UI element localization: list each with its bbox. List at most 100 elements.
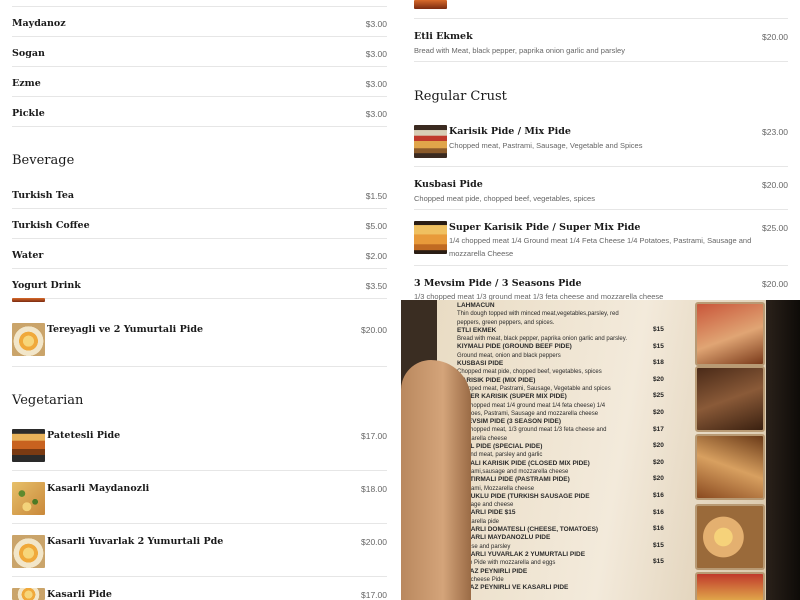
- printed-menu-line: Thin dough topped with minced meat,veget…: [457, 311, 619, 318]
- printed-menu-price: $20: [653, 458, 664, 466]
- printed-menu-line: SUCUKLU PIDE (TURKISH SAUSAGE PIDE: [457, 492, 590, 500]
- printed-menu-line: KAPALI KARISIK PIDE (CLOSED MIX PIDE): [457, 459, 590, 467]
- food-photo: [695, 434, 765, 500]
- food-thumbnail: [12, 298, 45, 302]
- food-thumbnail: [12, 535, 45, 568]
- item-name: Etli Ekmek: [414, 31, 473, 42]
- menu-item[interactable]: [414, 0, 788, 19]
- printed-menu-line: Bread with meat, black pepper, paprika o…: [457, 336, 627, 343]
- item-name: Patetesli Pide: [47, 430, 121, 441]
- menu-item[interactable]: Kasarli Maydanozli $18.00: [12, 471, 387, 524]
- menu-item[interactable]: Ezme $3.00: [12, 67, 387, 97]
- menu-item[interactable]: Patetesli Pide $17.00: [12, 418, 387, 471]
- item-price: $18.00: [361, 484, 387, 494]
- food-photo: [695, 504, 765, 570]
- printed-menu-price: $15: [653, 342, 664, 350]
- printed-menu-price: $16: [653, 525, 664, 533]
- menu-item[interactable]: Kusbasi Pide $20.00 Chopped meat pide, c…: [414, 167, 788, 210]
- printed-menu-line: KASARLI YUVARLAK 2 YUMURTALI PIDE: [457, 550, 586, 558]
- menu-item[interactable]: Kasarli Yuvarlak 2 Yumurtali Pde $20.00: [12, 524, 387, 577]
- printed-menu-price: $15: [653, 541, 664, 549]
- printed-menu-line: LAHMACUN: [457, 302, 495, 309]
- item-price: $20.00: [361, 537, 387, 547]
- printed-menu-line: KASARLI MAYDANOZLU PIDE: [457, 534, 551, 542]
- item-price: $20.00: [762, 180, 788, 190]
- printed-menu-line: ETLI EKMEK: [457, 326, 497, 334]
- printed-menu-line: KUSBASI PIDE: [457, 360, 504, 368]
- item-name: Karisik Pide / Mix Pide: [449, 126, 571, 137]
- menu-item[interactable]: Yogurt Drink $3.50: [12, 269, 387, 302]
- item-name: 3 Mevsim Pide / 3 Seasons Pide: [414, 278, 582, 289]
- menu-item[interactable]: Turkish Coffee $5.00: [12, 209, 387, 239]
- item-name: Kasarli Maydanozli: [47, 483, 150, 494]
- printed-menu-line: Pastrami,sausage and mozzarella cheese: [457, 468, 569, 475]
- printed-menu-line: 3 MEVSIM PIDE (3 SEASON PIDE): [457, 418, 562, 426]
- item-price: $17.00: [361, 590, 387, 600]
- item-description: Chopped meat pide, chopped beef, vegetab…: [414, 194, 595, 203]
- food-thumbnail: [12, 429, 45, 462]
- item-name: Turkish Tea: [12, 190, 75, 201]
- item-price: $20.00: [762, 32, 788, 42]
- item-price: $17.00: [361, 431, 387, 441]
- printed-menu-line: Mozzarella pide: [457, 518, 500, 525]
- food-thumbnail: [414, 0, 447, 9]
- printed-menu-line: KASARLI DOMATESLI (CHEESE, TOMATOES): [457, 526, 599, 534]
- menu-item[interactable]: Super Karisik Pide / Super Mix Pide $25.…: [414, 210, 788, 266]
- row-divider: [12, 0, 387, 7]
- menu-item[interactable]: Maydanoz $3.00: [12, 7, 387, 37]
- printed-menu-price: $15: [653, 558, 664, 566]
- printed-menu-price: $20: [653, 475, 664, 483]
- item-name: Kasarli Pide: [47, 589, 112, 600]
- section-title-vegetarian: Vegetarian: [12, 393, 84, 408]
- food-photo: [695, 572, 765, 600]
- menu-item[interactable]: Kasarli Pide $17.00: [12, 577, 387, 600]
- printed-menu-line: SUPER KARISIK (SUPER MIX PIDE): [457, 393, 567, 401]
- menu-item[interactable]: Turkish Tea $1.50: [12, 179, 387, 209]
- printed-menu-line: BEYAZ PEYNIRLI PIDE: [457, 567, 528, 575]
- printed-menu-price: $16: [653, 491, 664, 499]
- printed-menu-line: mozzarella cheese: [457, 435, 508, 442]
- item-description: Chopped meat, Pastrami, Sausage, Vegetab…: [449, 141, 643, 150]
- menu-item[interactable]: 3 Mevsim Pide / 3 Seasons Pide $20.00 1/…: [414, 266, 788, 301]
- printed-menu-line: Feta cheese Pide: [457, 576, 504, 583]
- item-name: Pickle: [12, 108, 45, 119]
- menu-item[interactable]: Water $2.00: [12, 239, 387, 269]
- food-thumbnail: [414, 221, 447, 254]
- menu-item[interactable]: Sogan $3.00: [12, 37, 387, 67]
- food-photo: [695, 366, 765, 432]
- printed-menu-line: KARISIK PIDE (MIX PIDE): [457, 376, 536, 384]
- food-thumbnail: [12, 323, 45, 356]
- printed-menu-line: ÖZEL PIDE (SPECIAL PIDE): [457, 443, 543, 451]
- printed-menu-line: Chopped meat pide, chopped beef, vegetab…: [457, 369, 602, 376]
- food-thumbnail: [414, 125, 447, 158]
- item-name: Sogan: [12, 48, 45, 59]
- printed-menu-price: $15: [653, 326, 664, 333]
- menu-photo[interactable]: LAHMACUN Thin dough topped with minced me…: [401, 300, 800, 600]
- item-name: Tereyagli ve 2 Yumurtali Pide: [47, 324, 204, 335]
- printed-menu-prices: $15 $15 $18 $20 $25 $20 $17 $20 $20 $20 $16 $16 $16 $…: [653, 322, 664, 571]
- item-price: $5.00: [365, 221, 387, 231]
- menu-item[interactable]: Pickle $3.00: [12, 97, 387, 127]
- printed-menu-line: Ground meat, onion and black peppers: [457, 352, 561, 359]
- printed-menu-line: Sausage and cheese: [457, 502, 514, 509]
- item-price: $3.00: [365, 49, 387, 59]
- item-price: $3.00: [365, 19, 387, 29]
- item-price: $20.00: [762, 279, 788, 289]
- item-price: $1.50: [365, 191, 387, 201]
- menu-item[interactable]: Etli Ekmek $20.00 Bread with Meat, black…: [414, 19, 788, 62]
- menu-item[interactable]: Tereyagli ve 2 Yumurtali Pide $20.00: [12, 311, 387, 367]
- item-description: Bread with Meat, black pepper, paprika o…: [414, 46, 625, 55]
- printed-menu-sheet: LAHMACUN Thin dough topped with minced me…: [437, 300, 767, 600]
- item-price: $3.50: [365, 281, 387, 291]
- menu-item[interactable]: Karisik Pide / Mix Pide $23.00 Chopped m…: [414, 114, 788, 167]
- printed-menu-line: Potatoes, Pastrami, Sausage and mozzarel…: [457, 410, 599, 417]
- item-name: Ezme: [12, 78, 41, 89]
- printed-menu-price: $25: [653, 392, 664, 400]
- printed-menu-price: $20: [653, 375, 664, 383]
- item-price: $3.00: [365, 79, 387, 89]
- printed-menu-line: Pastrami, Mozzarella cheese: [457, 485, 535, 492]
- hand: [401, 360, 471, 600]
- printed-menu-price: $18: [653, 359, 664, 367]
- item-name: Yogurt Drink: [12, 280, 81, 291]
- section-title-beverage: Beverage: [12, 153, 75, 168]
